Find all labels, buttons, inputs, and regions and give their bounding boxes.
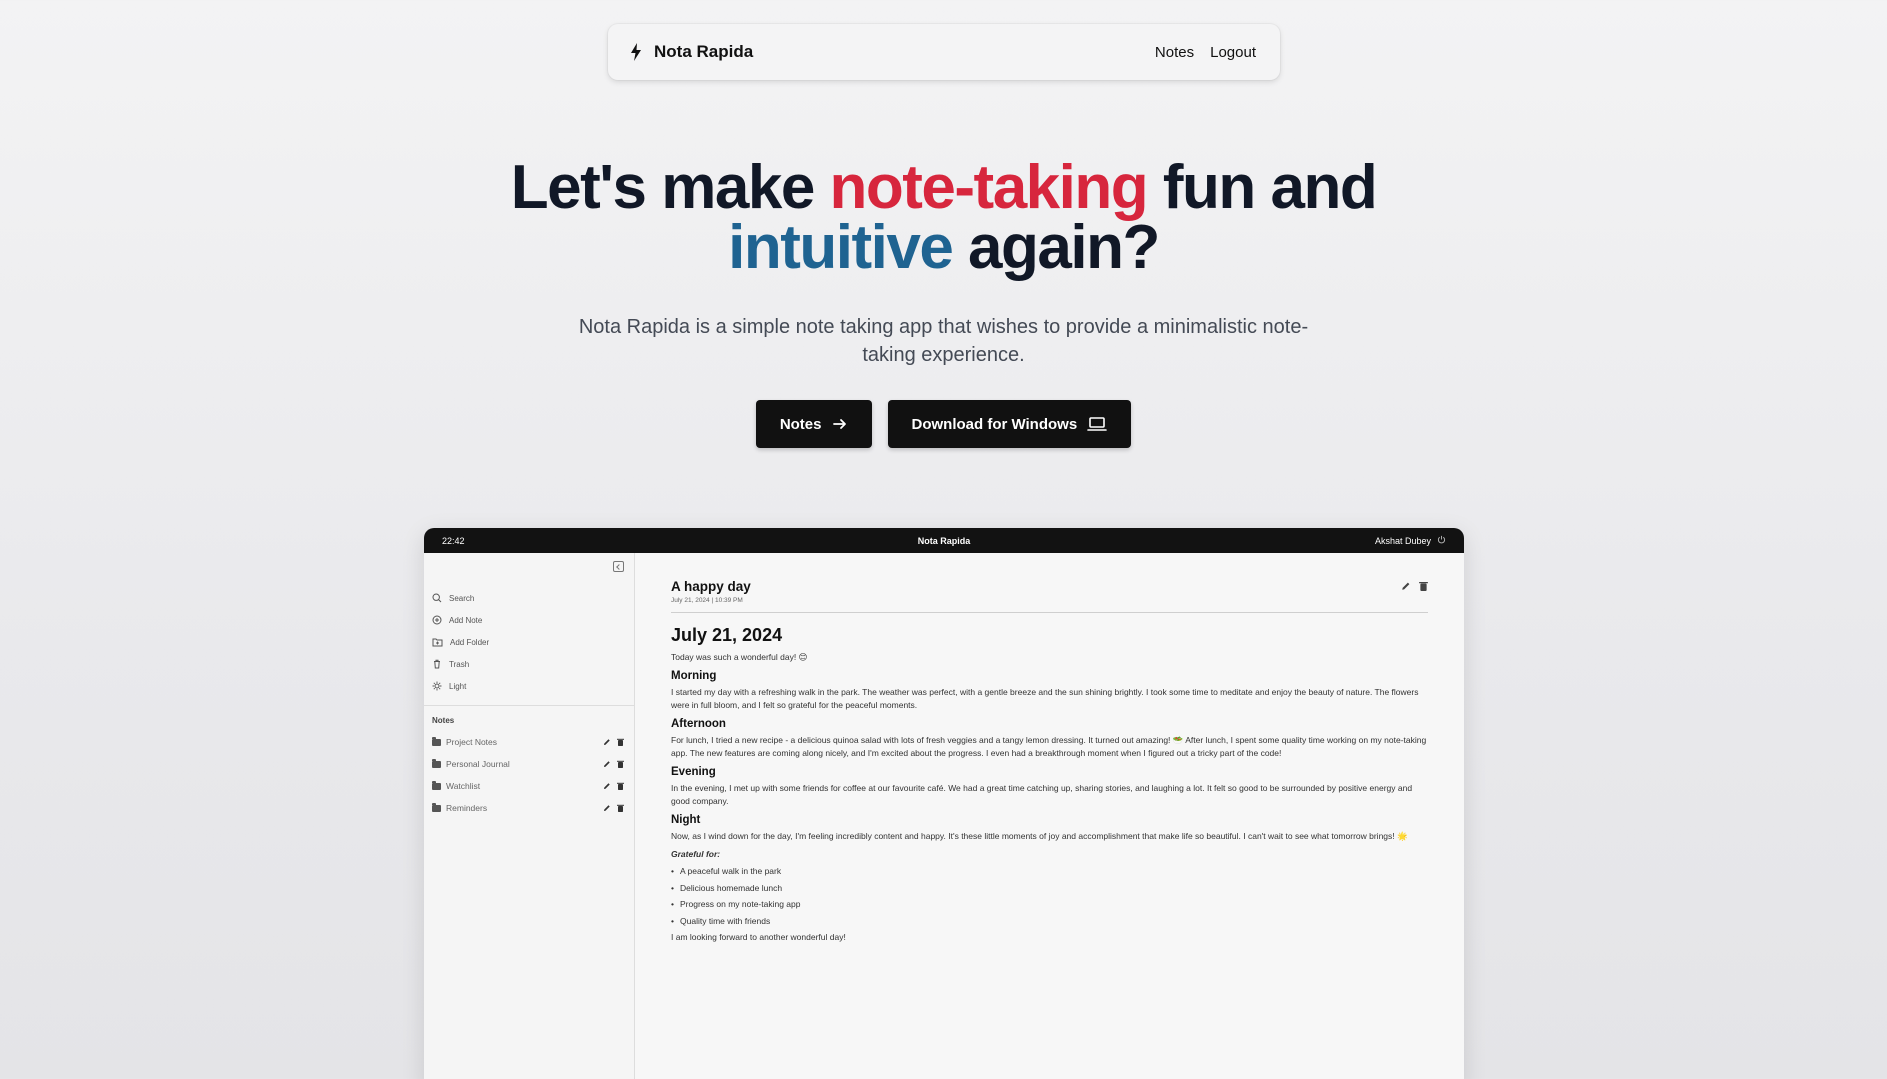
section-heading-afternoon: Afternoon — [671, 718, 726, 730]
list-item: Quality time with friends — [671, 913, 1428, 930]
trash-icon[interactable] — [1419, 581, 1428, 591]
list-item: Progress on my note-taking app — [671, 896, 1428, 913]
sidebar-item-add-note[interactable]: Add Note — [424, 609, 634, 631]
preview-sidebar: Search Add Note Add Folder Trash Light N… — [424, 553, 635, 1079]
hero-title-part3: again? — [952, 213, 1160, 282]
pencil-icon[interactable] — [603, 804, 611, 812]
list-item: Delicious homemade lunch — [671, 880, 1428, 897]
grateful-heading: Grateful for: — [671, 849, 721, 859]
trash-icon[interactable] — [617, 760, 624, 768]
pencil-icon[interactable] — [603, 782, 611, 790]
section-text-evening: In the evening, I met up with some frien… — [671, 783, 1413, 806]
section-heading-night: Night — [671, 814, 701, 826]
hero-title-part1: Let's make — [510, 153, 830, 222]
sidebar-item-search[interactable]: Search — [424, 587, 634, 609]
section-heading-morning: Morning — [671, 670, 717, 682]
hero-title: Let's make note-taking fun and intuitive… — [0, 157, 1887, 279]
sidebar-item-label: Add Note — [449, 615, 483, 625]
laptop-icon — [1087, 416, 1107, 432]
sidebar-notes-heading: Notes — [432, 716, 455, 725]
app-preview: 22:42 Nota Rapida Akshat Dubey Search Ad… — [424, 528, 1464, 1079]
grateful-list: A peaceful walk in the park Delicious ho… — [671, 863, 1428, 929]
folder-icon — [432, 758, 441, 768]
sidebar-item-label: Trash — [449, 659, 470, 669]
sidebar-item-add-folder[interactable]: Add Folder — [424, 631, 634, 653]
preview-titlebar: 22:42 Nota Rapida Akshat Dubey — [424, 528, 1464, 553]
folder-item-reminders[interactable]: Reminders — [424, 797, 634, 819]
download-windows-button[interactable]: Download for Windows — [887, 400, 1132, 448]
preview-user: Akshat Dubey — [1374, 535, 1431, 546]
trash-icon[interactable] — [617, 738, 624, 746]
sidebar-item-label: Add Folder — [450, 637, 490, 647]
folder-item-personal-journal[interactable]: Personal Journal — [424, 753, 634, 775]
note-heading: July 21, 2024 — [671, 625, 783, 645]
folder-item-project-notes[interactable]: Project Notes — [424, 731, 634, 753]
plus-circle-icon — [432, 615, 442, 625]
notes-button-label: Notes — [779, 415, 822, 433]
note-editor: A happy day July 21, 2024 | 10:39 PM Jul… — [635, 553, 1464, 1079]
trash-icon — [434, 659, 440, 669]
note-intro: Today was such a wonderful day! 😊 — [671, 652, 808, 662]
folder-plus-icon — [432, 638, 443, 647]
folder-icon — [432, 736, 441, 746]
pencil-icon[interactable] — [603, 738, 611, 746]
note-header: A happy day July 21, 2024 | 10:39 PM — [671, 579, 1428, 613]
section-text-night: Now, as I wind down for the day, I'm fee… — [671, 831, 1408, 841]
trash-icon[interactable] — [617, 804, 624, 812]
brand[interactable]: Nota Rapida — [628, 42, 753, 62]
brand-name: Nota Rapida — [654, 42, 754, 61]
preview-time: 22:42 — [442, 535, 465, 546]
sidebar-item-label: Light — [449, 681, 467, 691]
pencil-icon[interactable] — [1401, 581, 1411, 591]
note-body[interactable]: July 21, 2024 Today was such a wonderful… — [671, 613, 1428, 944]
folder-icon — [432, 780, 441, 790]
section-heading-evening: Evening — [671, 766, 716, 778]
pencil-icon[interactable] — [603, 760, 611, 768]
top-navbar: Nota Rapida Notes Logout — [608, 24, 1280, 80]
notes-button[interactable]: Notes — [755, 400, 872, 448]
folder-label: Project Notes — [446, 737, 498, 747]
collapse-sidebar-icon[interactable] — [613, 561, 624, 572]
lightning-icon — [628, 42, 644, 62]
sun-icon — [432, 681, 442, 691]
trash-icon[interactable] — [617, 782, 624, 790]
search-icon — [432, 593, 442, 603]
folder-icon — [432, 802, 441, 812]
hero-title-highlight-red: note-taking — [829, 153, 1149, 222]
note-closing: I am looking forward to another wonderfu… — [671, 932, 846, 942]
sidebar-item-light[interactable]: Light — [424, 675, 634, 697]
folder-label: Reminders — [446, 803, 488, 813]
arrow-right-icon — [832, 416, 848, 432]
section-text-afternoon: For lunch, I tried a new recipe - a deli… — [671, 735, 1427, 758]
preview-app-name: Nota Rapida — [917, 535, 971, 546]
hero-title-part2: fun and — [1147, 153, 1378, 222]
nav-link-logout[interactable]: Logout — [1210, 44, 1256, 61]
folder-label: Watchlist — [446, 781, 481, 791]
section-text-morning: I started my day with a refreshing walk … — [671, 687, 1419, 710]
folder-label: Personal Journal — [446, 759, 510, 769]
folder-item-watchlist[interactable]: Watchlist — [424, 775, 634, 797]
list-item: A peaceful walk in the park — [671, 863, 1428, 880]
hero-subtitle: Nota Rapida is a simple note taking app … — [578, 316, 1309, 366]
power-icon — [1437, 535, 1446, 546]
sidebar-item-trash[interactable]: Trash — [424, 653, 634, 675]
sidebar-item-label: Search — [449, 593, 475, 603]
note-date: July 21, 2024 | 10:39 PM — [671, 597, 743, 604]
download-button-label: Download for Windows — [911, 415, 1078, 433]
note-title: A happy day — [671, 579, 751, 594]
nav-link-notes[interactable]: Notes — [1155, 44, 1194, 61]
hero-title-highlight-blue: intuitive — [728, 213, 954, 282]
